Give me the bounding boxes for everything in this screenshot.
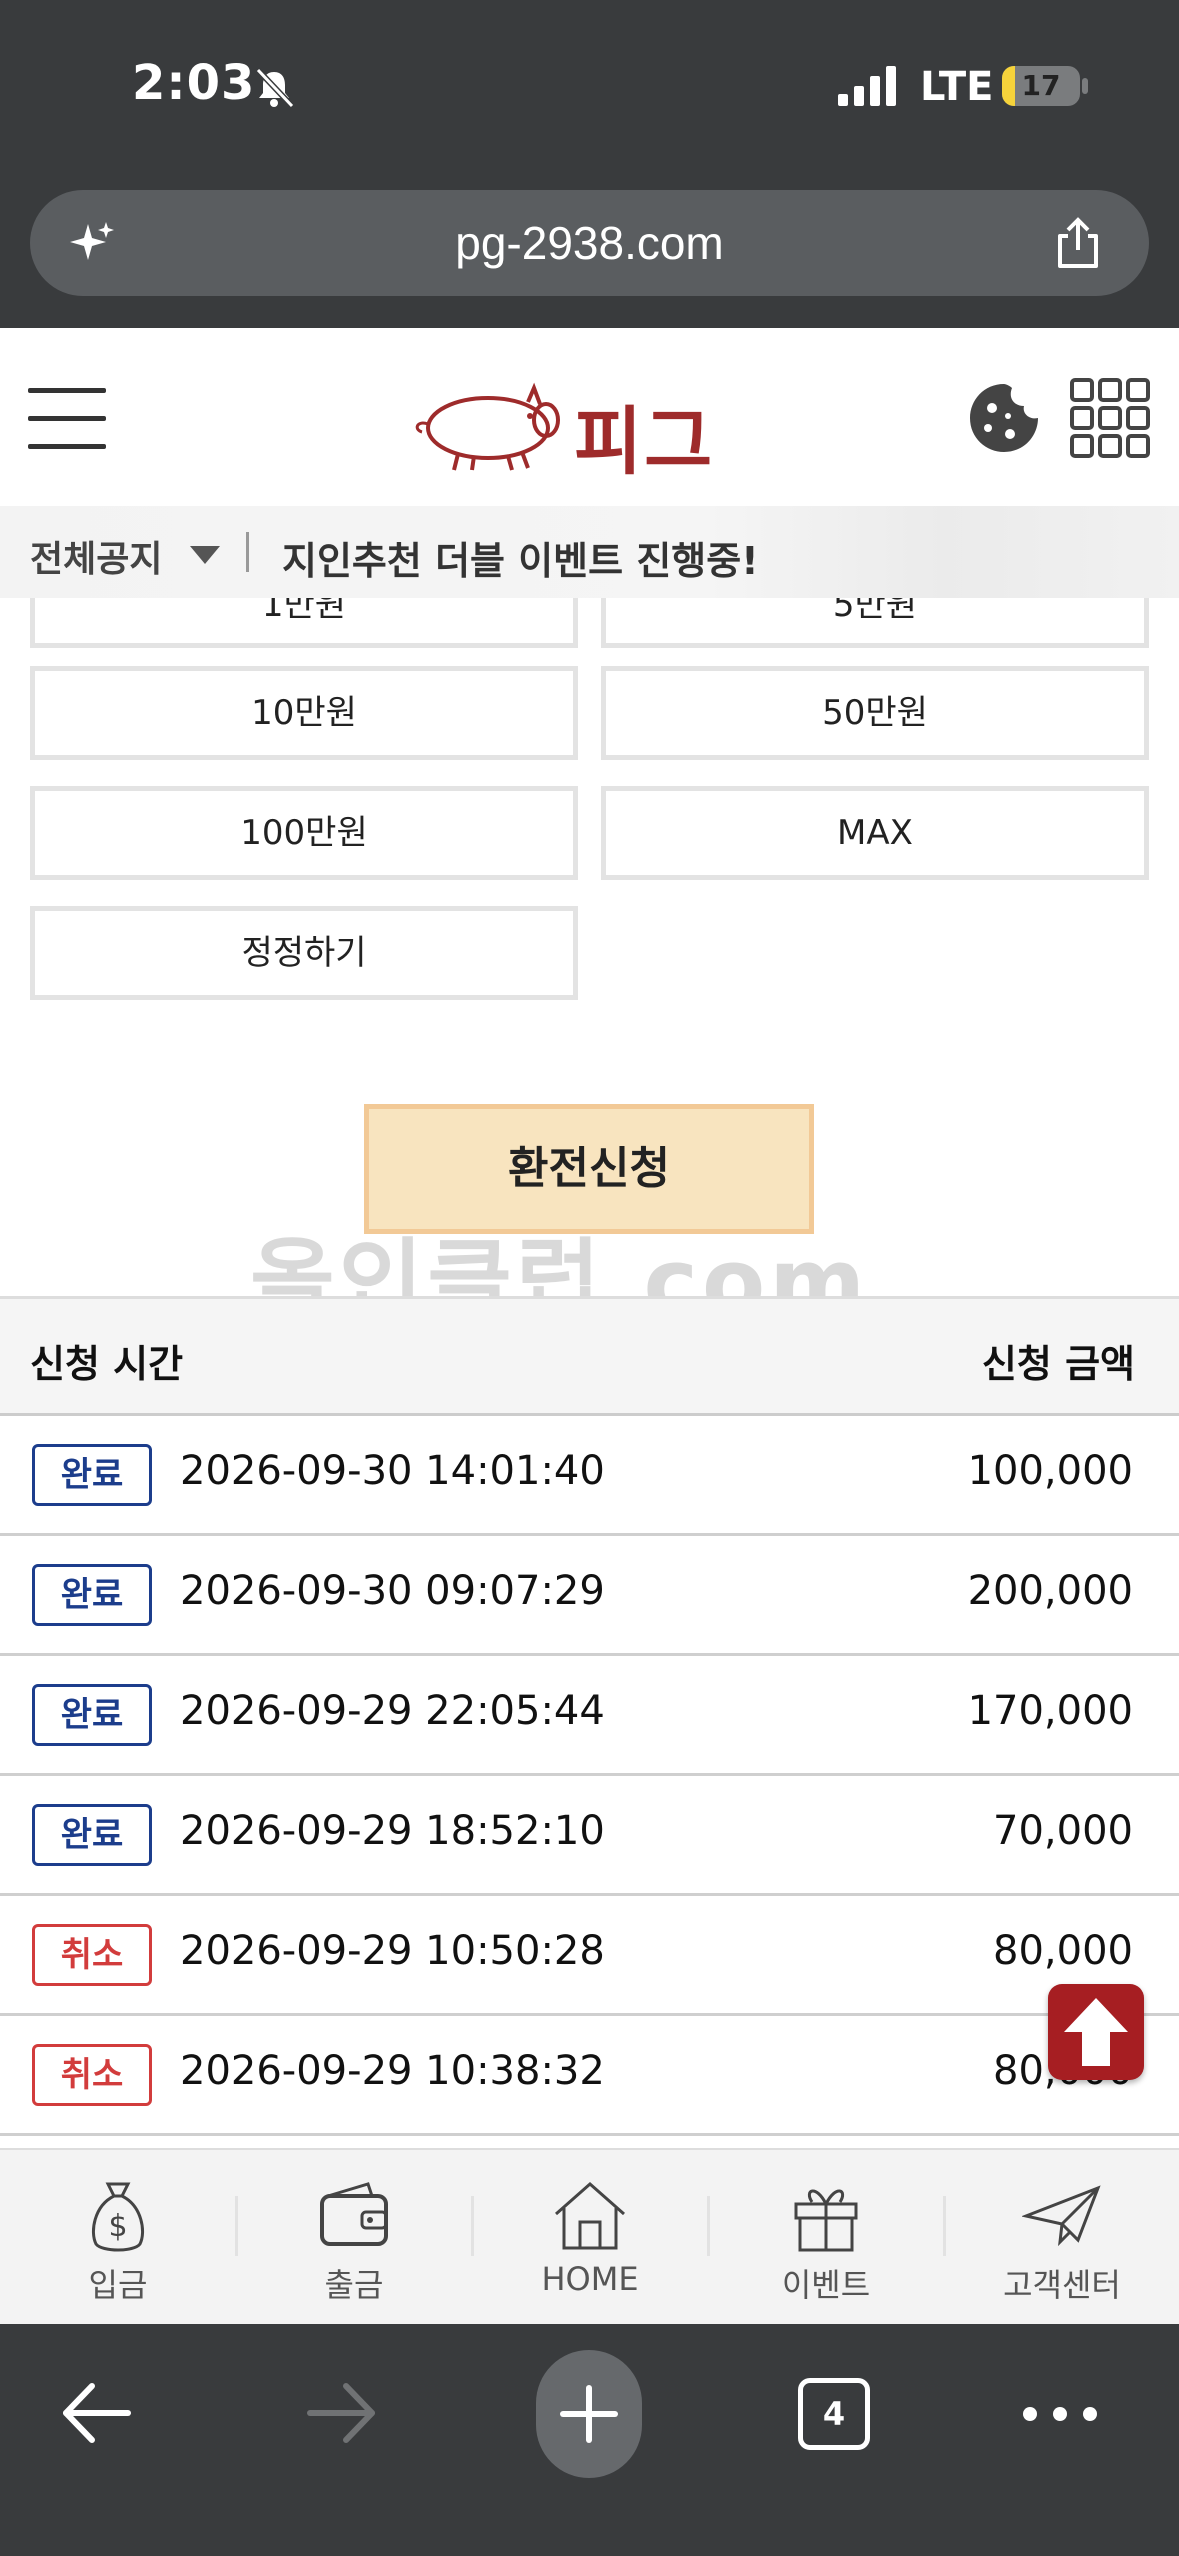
house-icon [555, 2181, 625, 2250]
url-text[interactable]: pg-2938.com [30, 190, 1149, 296]
more-icon[interactable] [1020, 2400, 1100, 2428]
nav-support[interactable]: 고객센터 [944, 2150, 1179, 2326]
signal-icon [838, 66, 896, 106]
up-arrow-icon [1064, 1998, 1128, 2066]
row-time: 2026-09-30 14:01:40 [180, 1448, 605, 1494]
pig-logo-icon [415, 382, 560, 471]
bottom-nav: $ 입금 출금 HOME 이벤트 고객센터 [0, 2148, 1179, 2324]
header-amount: 신청 금액 [981, 1342, 1135, 1386]
site-logo[interactable]: 피그벳 [408, 368, 778, 592]
battery-indicator: 17 [1002, 66, 1080, 106]
table-row: 취소2026-09-29 10:38:3280,000 [0, 2016, 1179, 2136]
share-icon[interactable] [1050, 216, 1106, 272]
status-badge: 완료 [32, 1444, 152, 1506]
notice-text[interactable]: 지인추천 더블 이벤트 진행중! [282, 530, 759, 585]
status-badge: 취소 [32, 2044, 152, 2106]
battery-level: 17 [1021, 69, 1061, 102]
wallet-icon [320, 2182, 388, 2246]
tabs-button[interactable]: 4 [798, 2378, 870, 2450]
notice-bar: 전체공지 지인추천 더블 이벤트 진행중! [0, 506, 1179, 598]
row-time: 2026-09-29 10:50:28 [180, 1928, 605, 1974]
cookie-icon[interactable] [966, 380, 1042, 456]
site-header: 피그벳 [0, 328, 1179, 592]
status-badge: 완료 [32, 1564, 152, 1626]
amount-100man-button[interactable]: 100만원 [30, 786, 578, 880]
nav-deposit[interactable]: $ 입금 [0, 2150, 236, 2326]
bell-slash-icon [255, 67, 295, 109]
hamburger-icon[interactable] [28, 384, 106, 454]
notice-divider [246, 532, 249, 572]
table-row: 취소 2026-09-29 10:50:28 80,000 [0, 1896, 1179, 2016]
table-row: 완료 2026-09-30 09:07:29 200,000 [0, 1536, 1179, 1656]
row-time: 2026-09-29 18:52:10 [180, 1808, 605, 1854]
header-time: 신청 시간 [30, 1342, 184, 1386]
table-row: 완료 2026-09-30 14:01:40 100,000 [0, 1416, 1179, 1536]
nav-withdraw-label: 출금 [324, 2266, 384, 2304]
row-amount: 170,000 [967, 1688, 1133, 1734]
caret-down-icon[interactable] [190, 546, 220, 564]
row-amount: 80,000 [993, 1928, 1133, 1974]
scroll-top-button[interactable] [1048, 1984, 1144, 2080]
nav-event-label: 이벤트 [781, 2266, 871, 2304]
svg-text:$: $ [108, 2209, 127, 2244]
table-row: 완료 2026-09-29 22:05:44 170,000 [0, 1656, 1179, 1776]
amount-1man-button[interactable]: 1만원 [30, 598, 578, 648]
row-amount: 200,000 [967, 1568, 1133, 1614]
amount-10man-button[interactable]: 10만원 [30, 666, 578, 760]
paper-plane-icon [1022, 2185, 1101, 2247]
notice-category[interactable]: 전체공지 [30, 530, 162, 582]
forward-icon[interactable] [304, 2378, 380, 2448]
status-badge: 완료 [32, 1804, 152, 1866]
plus-icon [560, 2385, 618, 2443]
battery-cap [1082, 78, 1088, 94]
status-time: 2:03 [132, 55, 256, 111]
row-amount: 70,000 [993, 1808, 1133, 1854]
back-icon[interactable] [58, 2378, 134, 2448]
status-badge: 취소 [32, 1924, 152, 1986]
new-tab-button[interactable] [536, 2350, 642, 2478]
browser-address-area: pg-2938.com [0, 170, 1179, 328]
row-time: 2026-09-29 22:05:44 [180, 1688, 605, 1734]
browser-toolbar: 4 [0, 2324, 1179, 2556]
table-row: 완료 2026-09-29 18:52:10 70,000 [0, 1776, 1179, 1896]
amount-5man-button[interactable]: 5만원 [601, 598, 1149, 648]
amount-max-button[interactable]: MAX [601, 786, 1149, 880]
row-time: 2026-09-30 09:07:29 [180, 1568, 605, 1614]
nav-event[interactable]: 이벤트 [708, 2150, 944, 2326]
row-time: 2026-09-29 10:38:32 [180, 2048, 605, 2094]
address-bar[interactable]: pg-2938.com [30, 190, 1149, 296]
nav-withdraw[interactable]: 출금 [236, 2150, 472, 2326]
status-bar: 2:03 LTE 17 [0, 0, 1179, 170]
row-amount: 100,000 [967, 1448, 1133, 1494]
gift-icon [794, 2189, 858, 2252]
reset-amount-button[interactable]: 정정하기 [30, 906, 578, 1000]
nav-deposit-label: 입금 [88, 2266, 148, 2304]
nav-support-label: 고객센터 [1003, 2266, 1121, 2304]
nav-home[interactable]: HOME [472, 2150, 708, 2326]
status-badge: 완료 [32, 1684, 152, 1746]
money-bag-icon: $ [91, 2182, 145, 2252]
grid-icon[interactable] [1070, 378, 1150, 458]
amount-50man-button[interactable]: 50만원 [601, 666, 1149, 760]
nav-home-label: HOME [541, 2260, 639, 2298]
network-label: LTE [920, 64, 994, 110]
table-header: 신청 시간 신청 금액 [0, 1296, 1179, 1416]
